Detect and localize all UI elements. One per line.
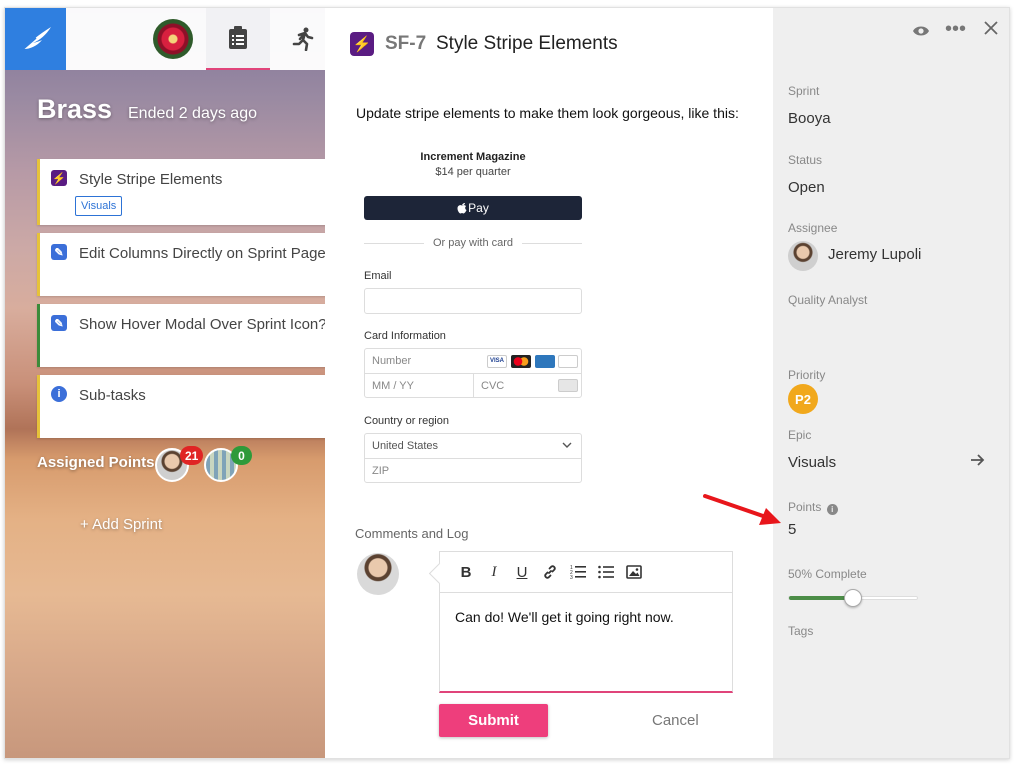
tags-label: Tags <box>788 624 814 638</box>
ordered-list-icon[interactable]: 123 <box>564 558 592 586</box>
lightning-icon: ⚡ <box>51 170 67 186</box>
running-person-icon <box>292 27 314 51</box>
cvc-placeholder: CVC <box>481 380 505 392</box>
points-label: Points i <box>788 500 838 515</box>
expiry-placeholder: MM / YY <box>372 380 414 392</box>
watch-icon[interactable] <box>912 22 930 42</box>
card-info-field: Number VISA MM / YY CVC <box>364 348 582 398</box>
comment-editor[interactable]: B I U 123 Can do! We'll get it going rig… <box>439 551 733 693</box>
info-icon: i <box>51 386 67 402</box>
country-value: United States <box>372 440 439 452</box>
card-info-label: Card Information <box>364 330 446 342</box>
info-icon[interactable]: i <box>826 504 838 515</box>
country-label: Country or region <box>364 415 449 427</box>
points-value[interactable]: 5 <box>788 521 796 538</box>
sprint-label: Sprint <box>788 84 820 98</box>
sprint-status: Ended 2 days ago <box>128 105 257 122</box>
task-card-title: Show Hover Modal Over Sprint Icon? <box>79 316 325 333</box>
amex-icon <box>535 355 555 368</box>
apple-pay-button: Pay <box>364 196 582 220</box>
avatar <box>357 553 399 595</box>
task-card-title: Style Stripe Elements <box>79 171 223 188</box>
task-card[interactable]: i Sub-tasks <box>37 375 325 438</box>
italic-icon[interactable]: I <box>480 558 508 586</box>
avatar <box>788 241 818 271</box>
task-card-title: Edit Columns Directly on Sprint Page <box>79 245 325 262</box>
task-detail: ⚡ SF-7 Style Stripe Elements Update stri… <box>325 8 773 758</box>
priority-label: Priority <box>788 368 826 382</box>
tab-sprints[interactable] <box>271 8 325 70</box>
arrow-right-icon[interactable] <box>970 453 985 472</box>
mastercard-icon <box>511 355 531 368</box>
task-card-title: Sub-tasks <box>79 387 146 404</box>
country-field: United States ZIP <box>364 433 582 483</box>
discover-icon <box>558 355 578 368</box>
email-field <box>364 288 582 314</box>
epic-tag[interactable]: Visuals <box>75 196 123 216</box>
email-label: Email <box>364 270 392 282</box>
avatar <box>153 19 193 59</box>
zip-placeholder: ZIP <box>372 465 390 477</box>
close-icon[interactable] <box>983 20 999 41</box>
task-card[interactable]: ⚡ Style Stripe Elements Visuals <box>37 159 325 225</box>
slider-handle[interactable] <box>844 589 862 607</box>
assigned-points-label: Assigned Points: <box>37 454 160 471</box>
or-pay-divider: Or pay with card <box>364 237 582 249</box>
task-card[interactable]: ✎ Edit Columns Directly on Sprint Page <box>37 233 325 296</box>
link-icon[interactable] <box>536 558 564 586</box>
status-value[interactable]: Open <box>788 179 825 196</box>
task-card[interactable]: ✎ Show Hover Modal Over Sprint Icon? <box>37 304 325 367</box>
priority-badge[interactable]: P2 <box>788 384 818 414</box>
cancel-button[interactable]: Cancel <box>652 712 699 729</box>
card-number-placeholder: Number <box>372 355 412 367</box>
lightning-icon: ⚡ <box>350 32 374 56</box>
task-title[interactable]: Style Stripe Elements <box>436 33 618 55</box>
editor-toolbar: B I U 123 <box>440 552 732 593</box>
svg-text:3: 3 <box>570 575 573 580</box>
clipboard-icon <box>229 26 247 49</box>
task-properties: ••• Sprint Booya Status Open Assignee Je… <box>773 8 1009 758</box>
product-name: Increment Magazine <box>420 151 526 163</box>
submit-button[interactable]: Submit <box>439 704 548 737</box>
points-badge: 0 <box>231 446 252 465</box>
qa-label: Quality Analyst <box>788 293 868 307</box>
bullet-list-icon[interactable] <box>592 558 620 586</box>
more-options-icon[interactable]: ••• <box>945 18 966 41</box>
status-label: Status <box>788 153 823 167</box>
feather-icon <box>20 27 51 52</box>
pencil-icon: ✎ <box>51 244 67 260</box>
comment-text[interactable]: Can do! We'll get it going right now. <box>455 609 674 625</box>
underline-icon[interactable]: U <box>508 558 536 586</box>
sprint-board: Brass Ended 2 days ago ⚡ Style Stripe El… <box>5 8 325 758</box>
complete-label: 50% Complete <box>788 567 867 581</box>
stripe-form-image: Increment Magazine $14 per quarter Pay O… <box>364 151 582 483</box>
app-window: Brass Ended 2 days ago ⚡ Style Stripe El… <box>4 7 1010 759</box>
cvc-icon <box>558 379 578 392</box>
pencil-icon: ✎ <box>51 315 67 331</box>
add-sprint-button[interactable]: + Add Sprint <box>80 516 162 533</box>
user-avatar[interactable] <box>141 8 205 70</box>
points-label-text: Points <box>788 500 822 514</box>
apple-icon <box>457 203 467 214</box>
apple-pay-label: Pay <box>468 201 489 215</box>
comments-label: Comments and Log <box>355 526 469 541</box>
app-logo[interactable] <box>5 8 66 70</box>
bold-icon[interactable]: B <box>452 558 480 586</box>
visa-icon: VISA <box>487 355 507 368</box>
assignee-label: Assignee <box>788 221 838 235</box>
task-description: Update stripe elements to make them look… <box>356 105 739 121</box>
tab-tasks[interactable] <box>206 8 270 70</box>
progress-slider[interactable] <box>788 589 918 607</box>
image-icon[interactable] <box>620 558 648 586</box>
epic-label: Epic <box>788 428 812 442</box>
epic-value[interactable]: Visuals <box>788 454 836 471</box>
assignee-value[interactable]: Jeremy Lupoli <box>828 246 921 263</box>
product-price: $14 per quarter <box>435 166 511 178</box>
chevron-down-icon <box>562 442 572 448</box>
points-badge: 21 <box>180 446 204 465</box>
sprint-title: Brass <box>37 94 113 124</box>
sprint-value[interactable]: Booya <box>788 110 831 127</box>
task-key: SF-7 <box>385 33 427 54</box>
